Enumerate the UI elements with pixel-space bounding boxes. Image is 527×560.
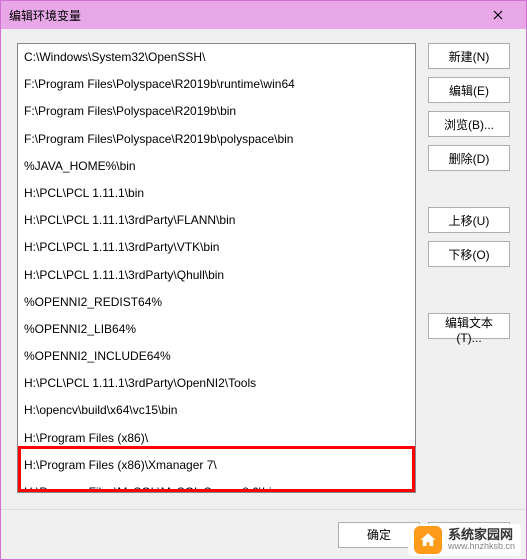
dialog-content: C:\Windows\System32\OpenSSH\F:\Program F… [1,29,526,509]
move-up-button[interactable]: 上移(U) [428,207,510,233]
list-item[interactable]: H:\Program Files\MySQL\MySQL Server 8.0\… [18,479,415,493]
list-item[interactable]: %OPENNI2_REDIST64% [18,289,415,316]
button-column: 新建(N) 编辑(E) 浏览(B)... 删除(D) 上移(U) 下移(O) 编… [428,43,510,499]
new-button[interactable]: 新建(N) [428,43,510,69]
list-item[interactable]: F:\Program Files\Polyspace\R2019b\bin [18,98,415,125]
ok-button[interactable]: 确定 [338,522,420,548]
dialog-footer: 确定 取消 [1,509,526,559]
list-container: C:\Windows\System32\OpenSSH\F:\Program F… [17,43,416,499]
list-item[interactable]: %OPENNI2_LIB64% [18,316,415,343]
window-title: 编辑环境变量 [9,7,81,24]
list-item[interactable]: F:\Program Files\Polyspace\R2019b\runtim… [18,71,415,98]
list-item[interactable]: %OPENNI2_INCLUDE64% [18,343,415,370]
delete-button[interactable]: 删除(D) [428,145,510,171]
list-item[interactable]: %JAVA_HOME%\bin [18,153,415,180]
list-item[interactable]: F:\Program Files\Polyspace\R2019b\polysp… [18,126,415,153]
list-item[interactable]: H:\opencv\build\x64\vc15\bin [18,397,415,424]
list-item[interactable]: H:\PCL\PCL 1.11.1\bin [18,180,415,207]
cancel-button[interactable]: 取消 [428,522,510,548]
spacer [428,179,510,199]
list-item[interactable]: H:\PCL\PCL 1.11.1\3rdParty\OpenNI2\Tools [18,370,415,397]
list-item[interactable]: H:\Program Files (x86)\Xmanager 7\ [18,452,415,479]
spacer [428,275,510,305]
list-item[interactable]: H:\Program Files (x86)\ [18,425,415,452]
list-item[interactable]: H:\PCL\PCL 1.11.1\3rdParty\FLANN\bin [18,207,415,234]
path-listbox[interactable]: C:\Windows\System32\OpenSSH\F:\Program F… [17,43,416,493]
list-item[interactable]: C:\Windows\System32\OpenSSH\ [18,44,415,71]
list-item[interactable]: H:\PCL\PCL 1.11.1\3rdParty\VTK\bin [18,234,415,261]
dialog-window: 编辑环境变量 C:\Windows\System32\OpenSSH\F:\Pr… [0,0,527,560]
close-icon [493,10,503,20]
close-button[interactable] [478,4,518,26]
edit-text-button[interactable]: 编辑文本(T)... [428,313,510,339]
edit-button[interactable]: 编辑(E) [428,77,510,103]
list-item[interactable]: H:\PCL\PCL 1.11.1\3rdParty\Qhull\bin [18,262,415,289]
browse-button[interactable]: 浏览(B)... [428,111,510,137]
move-down-button[interactable]: 下移(O) [428,241,510,267]
titlebar: 编辑环境变量 [1,1,526,29]
